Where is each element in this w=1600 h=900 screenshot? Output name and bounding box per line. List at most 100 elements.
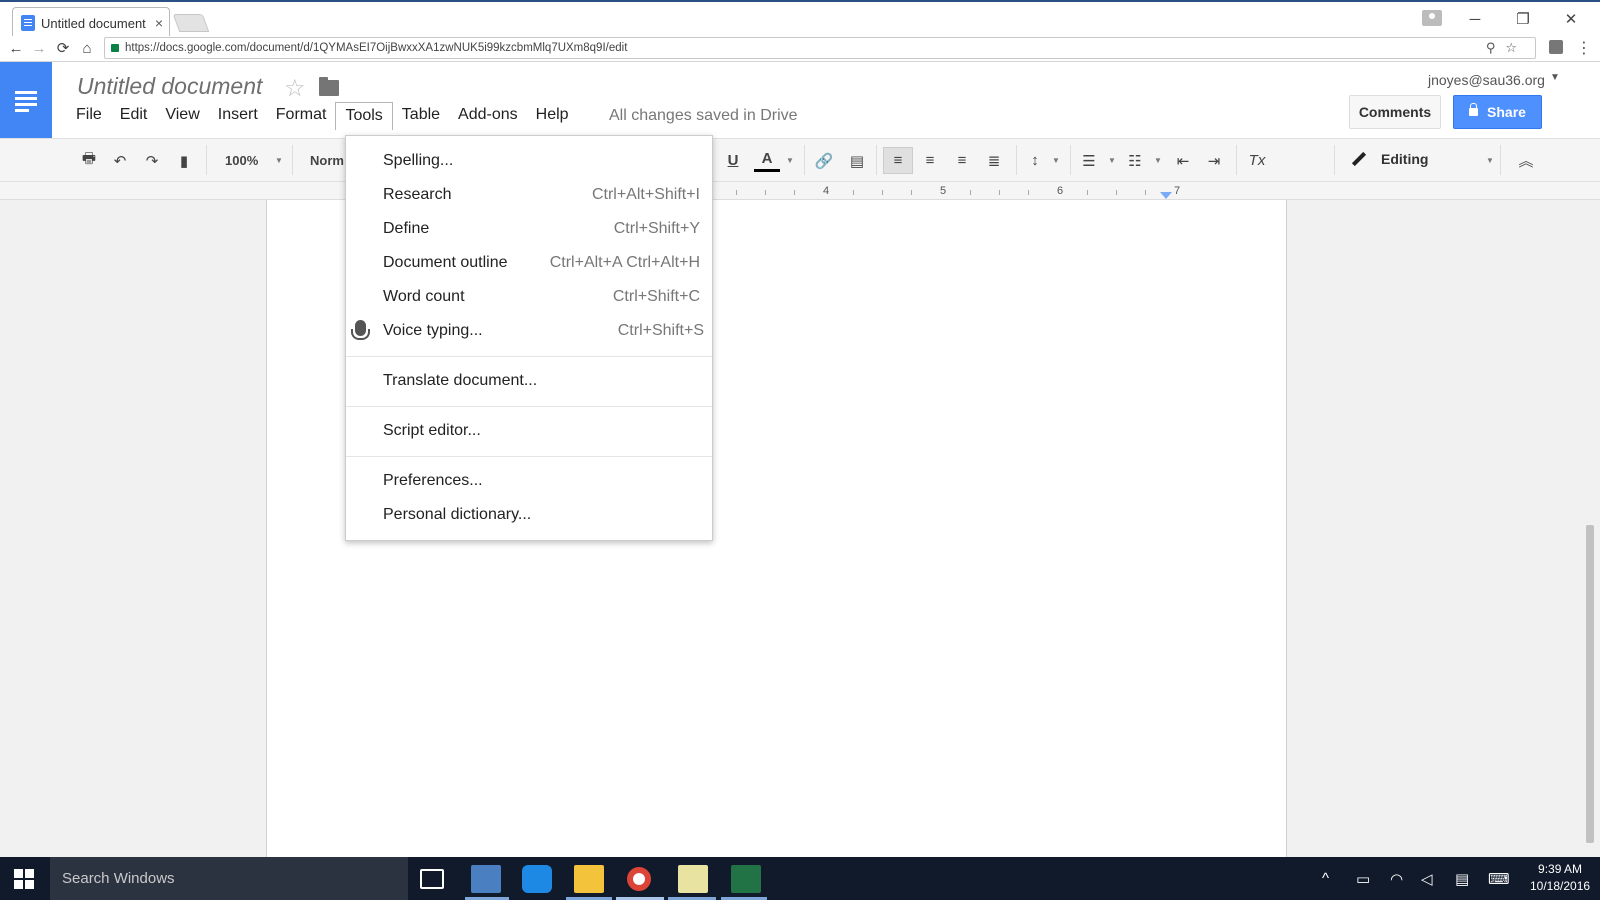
align-center-icon[interactable]: ≡: [915, 147, 945, 174]
browser-title-bar: Untitled document × ─ ❐ ✕: [0, 0, 1600, 38]
browser-menu-icon[interactable]: ⋮: [1576, 38, 1592, 58]
editing-mode-select[interactable]: Editing: [1351, 151, 1428, 167]
chrome-icon[interactable]: [627, 867, 651, 891]
menu-insert[interactable]: Insert: [209, 102, 267, 130]
menu-item-shortcut: Ctrl+Shift+C: [612, 288, 700, 305]
minimize-button[interactable]: ─: [1452, 6, 1498, 32]
tools-menu-item-voice-typing[interactable]: Voice typing... Ctrl+Shift+S: [346, 316, 712, 346]
zoom-and-bookmark-icons[interactable]: ⚲☆: [1486, 40, 1527, 56]
tab-close-icon[interactable]: ×: [149, 15, 169, 31]
editing-mode-caret-icon[interactable]: ▼: [1486, 156, 1494, 165]
share-button[interactable]: Share: [1453, 95, 1542, 129]
ruler[interactable]: 4 5 6 7: [0, 182, 1600, 200]
numbered-list-caret-icon[interactable]: ▼: [1108, 156, 1116, 165]
tray-chevron-icon[interactable]: ^: [1322, 870, 1329, 887]
tools-menu-item-document-outline[interactable]: Document outline Ctrl+Alt+A Ctrl+Alt+H: [346, 248, 712, 278]
justify-icon[interactable]: ≣: [979, 147, 1009, 174]
docs-home-logo[interactable]: [0, 62, 52, 138]
tools-menu-item-script-editor[interactable]: Script editor...: [346, 416, 712, 446]
new-tab-button[interactable]: [172, 14, 210, 32]
battery-icon[interactable]: ▭: [1356, 870, 1370, 888]
line-spacing-caret-icon[interactable]: ▼: [1052, 156, 1060, 165]
docs-header: Untitled document ☆ File Edit View Inser…: [0, 62, 1600, 138]
tools-menu-item-translate-document[interactable]: Translate document...: [346, 366, 712, 396]
action-center-icon[interactable]: ▤: [1455, 870, 1469, 888]
ruler-number: 6: [1057, 185, 1064, 197]
save-status[interactable]: All changes saved in Drive: [609, 107, 798, 125]
task-view-icon[interactable]: [420, 869, 444, 889]
windows-search-box[interactable]: Search Windows: [50, 857, 408, 900]
menu-file[interactable]: File: [67, 102, 111, 130]
lock-icon: [1469, 103, 1479, 116]
insert-comment-icon[interactable]: ▤: [846, 147, 868, 174]
tools-menu-item-research[interactable]: Research Ctrl+Alt+Shift+I: [346, 180, 712, 210]
account-caret-icon[interactable]: ▼: [1550, 72, 1560, 83]
wifi-icon[interactable]: ◠: [1390, 870, 1403, 888]
decrease-indent-icon[interactable]: ⇤: [1170, 147, 1196, 174]
tools-menu-item-spelling[interactable]: Spelling...: [346, 146, 712, 176]
tools-menu-item-word-count[interactable]: Word count Ctrl+Shift+C: [346, 282, 712, 312]
numbered-list-icon[interactable]: ☰: [1076, 147, 1102, 174]
menu-add-ons[interactable]: Add-ons: [449, 102, 527, 130]
bulleted-list-caret-icon[interactable]: ▼: [1154, 156, 1162, 165]
align-right-icon[interactable]: ≡: [947, 147, 977, 174]
insert-link-icon[interactable]: 🔗: [811, 147, 837, 174]
folder-icon[interactable]: [319, 77, 339, 96]
volume-icon[interactable]: ◁: [1421, 870, 1433, 888]
reload-icon[interactable]: ⟳: [53, 39, 73, 59]
collapse-toolbar-icon[interactable]: ︽: [1515, 147, 1537, 174]
menu-table[interactable]: Table: [393, 102, 449, 130]
align-left-icon[interactable]: ≡: [883, 147, 913, 174]
paint-format-icon[interactable]: ▮: [173, 147, 195, 174]
paragraph-style-select[interactable]: Norm: [310, 153, 344, 168]
back-icon[interactable]: ←: [6, 39, 26, 59]
url-text: https://docs.google.com/document/d/1QYMA…: [125, 42, 628, 54]
forward-icon[interactable]: →: [29, 39, 49, 59]
close-window-button[interactable]: ✕: [1548, 6, 1594, 32]
right-indent-marker[interactable]: [1160, 192, 1172, 199]
increase-indent-icon[interactable]: ⇥: [1201, 147, 1227, 174]
url-input[interactable]: https://docs.google.com/document/d/1QYMA…: [104, 37, 1536, 59]
print-icon[interactable]: 🖶: [78, 147, 100, 174]
zoom-caret-icon[interactable]: ▼: [275, 156, 283, 165]
profile-icon[interactable]: [1422, 10, 1442, 26]
home-icon[interactable]: ⌂: [77, 39, 97, 59]
windows-start-icon[interactable]: [14, 869, 34, 889]
windows-taskbar: Search Windows ^ ▭ ◠ ◁ ▤ ⌨ 9:39 AM 10/18…: [0, 857, 1600, 900]
clear-formatting-icon[interactable]: Tx: [1244, 147, 1270, 174]
tools-menu-item-personal-dictionary[interactable]: Personal dictionary...: [346, 500, 712, 530]
menu-help[interactable]: Help: [527, 102, 578, 130]
excel-icon[interactable]: [731, 865, 761, 893]
line-spacing-icon[interactable]: ↕: [1022, 147, 1048, 174]
zoom-select[interactable]: 100%: [225, 153, 258, 168]
underline-button[interactable]: U: [722, 147, 744, 174]
text-color-caret-icon[interactable]: ▼: [786, 156, 794, 165]
tab-title: Untitled document: [41, 15, 146, 31]
taskbar-clock[interactable]: 9:39 AM 10/18/2016: [1530, 861, 1590, 895]
document-title[interactable]: Untitled document: [77, 73, 262, 100]
keyboard-icon[interactable]: ⌨: [1488, 870, 1510, 888]
sticky-notes-icon[interactable]: [678, 865, 708, 893]
text-color-button[interactable]: A: [754, 147, 780, 172]
account-email[interactable]: jnoyes@sau36.org: [1428, 72, 1545, 88]
file-explorer-icon[interactable]: [574, 865, 604, 893]
bulleted-list-icon[interactable]: ☷: [1122, 147, 1148, 174]
menu-tools[interactable]: Tools: [335, 102, 393, 130]
browser-tab[interactable]: Untitled document ×: [12, 7, 170, 38]
tools-menu-item-define[interactable]: Define Ctrl+Shift+Y: [346, 214, 712, 244]
redo-icon[interactable]: ↷: [141, 147, 163, 174]
teamviewer-icon[interactable]: [522, 865, 552, 893]
menu-item-label: Define: [383, 220, 430, 237]
menu-view[interactable]: View: [156, 102, 208, 130]
tools-menu-item-preferences[interactable]: Preferences...: [346, 466, 712, 496]
vertical-scrollbar[interactable]: [1586, 525, 1594, 843]
restore-button[interactable]: ❐: [1500, 6, 1546, 32]
extension-icon[interactable]: [1549, 40, 1563, 54]
network-app-icon[interactable]: [471, 865, 501, 893]
star-icon[interactable]: ☆: [284, 74, 306, 103]
menu-format[interactable]: Format: [267, 102, 336, 130]
tools-menu-dropdown: Spelling... Research Ctrl+Alt+Shift+I De…: [345, 135, 713, 541]
menu-edit[interactable]: Edit: [111, 102, 157, 130]
comments-button[interactable]: Comments: [1349, 95, 1441, 129]
undo-icon[interactable]: ↶: [109, 147, 131, 174]
